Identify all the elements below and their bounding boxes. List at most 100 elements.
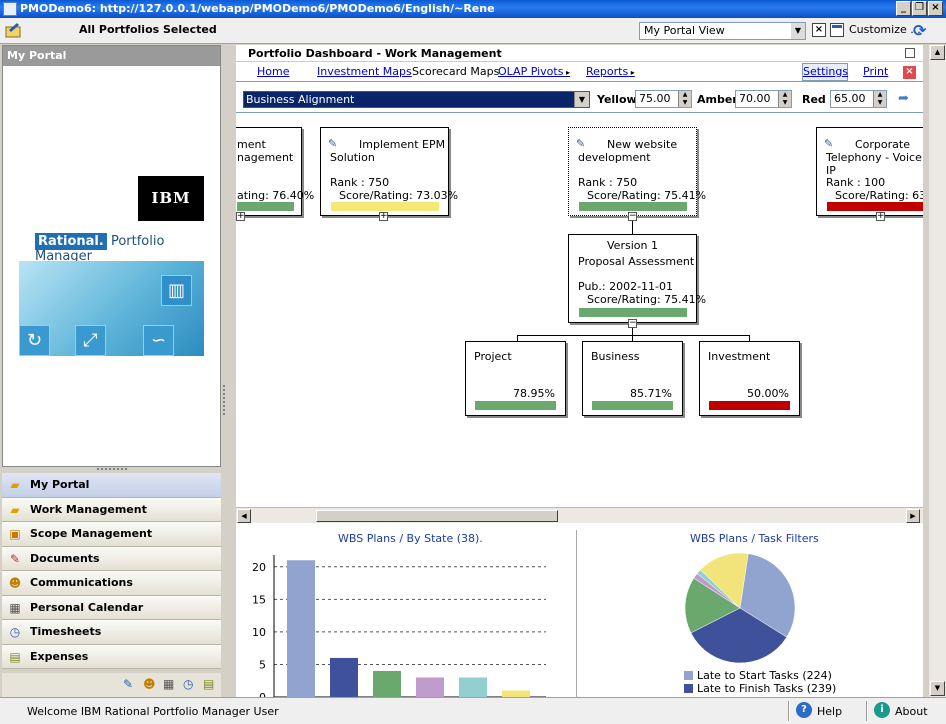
portfolio-node-selected[interactable]: ✎ New website development Rank : 750 Sco… xyxy=(568,127,706,216)
nav-item-expenses[interactable]: ▤ Expenses xyxy=(2,644,221,669)
portfolio-node[interactable]: ✎ Corporate Telephony - Voice ove IP Ran… xyxy=(816,127,923,216)
spinner-icon[interactable]: ▲ ▼ xyxy=(778,91,791,107)
category-label: Project xyxy=(474,350,512,363)
nav-item-my-portal[interactable]: ▰ My Portal xyxy=(2,473,221,498)
refresh-icon[interactable]: ⟳ xyxy=(913,21,926,40)
bar-chart-title[interactable]: WBS Plans / By State (38). xyxy=(338,532,483,545)
category-node-business[interactable]: Business 85.71% xyxy=(582,341,683,416)
spinner-icon[interactable]: ▲ ▼ xyxy=(678,91,691,107)
portfolio-node[interactable]: ment nagement ating: 76.40% xyxy=(236,127,314,216)
score-bar xyxy=(475,401,556,410)
amber-threshold-input[interactable]: 70.00 ▲ ▼ xyxy=(735,90,792,108)
nav-item-personal-calendar[interactable]: ▦ Personal Calendar xyxy=(2,595,221,620)
portal-view-select[interactable]: My Portal View ▼ xyxy=(639,22,806,40)
restore-button[interactable]: ❐ xyxy=(912,1,927,16)
clock-icon[interactable]: ◷ xyxy=(183,677,193,691)
node-rank: Rank : 750 xyxy=(330,176,390,189)
node-title: Telephony - Voice ove xyxy=(826,151,923,164)
settings-button[interactable]: Settings xyxy=(802,63,848,81)
tab-investment-maps[interactable]: Investment Maps xyxy=(317,65,412,78)
expand-toggle-icon[interactable]: + xyxy=(379,212,388,221)
menu-arrow-icon: ▸ xyxy=(563,68,570,77)
people-icon: ☻ xyxy=(8,576,22,590)
chevron-down-icon[interactable]: ▼ xyxy=(574,92,589,107)
node-title: Corporate xyxy=(855,138,910,151)
nav-item-communications[interactable]: ☻ Communications xyxy=(2,571,221,596)
help-icon[interactable]: ? xyxy=(796,702,812,718)
portfolio-label: All Portfolios Selected xyxy=(79,23,217,36)
node-title: Implement EPM xyxy=(359,138,446,151)
page-vertical-scrollbar[interactable]: ▲ ▼ xyxy=(929,45,946,697)
y-tick-label: 10 xyxy=(252,626,266,639)
scroll-left-icon[interactable]: ◀ xyxy=(237,509,251,523)
customize-link[interactable]: Customize ... xyxy=(849,23,921,36)
pie-legend: Late to Start Tasks (224) Late to Finish… xyxy=(684,669,836,695)
score-bar xyxy=(579,308,687,317)
apply-arrow-icon[interactable]: ➦ xyxy=(898,91,909,106)
expand-toggle-icon[interactable]: + xyxy=(236,212,245,221)
dashboard-panel: Portfolio Dashboard - Work Management Ho… xyxy=(236,45,923,697)
scope-icon: ▣ xyxy=(9,527,21,541)
money-icon[interactable]: ▤ xyxy=(203,677,214,691)
expand-toggle-icon[interactable]: + xyxy=(876,212,885,221)
nav-item-documents[interactable]: ✎ Documents xyxy=(2,546,221,571)
category-node-investment[interactable]: Investment 50.00% xyxy=(699,341,800,416)
close-button[interactable]: × xyxy=(928,1,943,16)
node-rank: Rank : 750 xyxy=(578,176,638,189)
main-toolbar: All Portfolios Selected My Portal View ▼… xyxy=(0,18,946,44)
scroll-up-icon[interactable]: ▲ xyxy=(930,45,945,60)
print-link[interactable]: Print xyxy=(863,65,888,78)
version-title: Version 1 xyxy=(607,239,658,252)
pie-chart-title[interactable]: WBS Plans / Task Filters xyxy=(690,532,819,545)
project-icon: ✎ xyxy=(824,137,834,150)
nav-item-scope-management[interactable]: ▣ Scope Management xyxy=(2,522,221,547)
rational-logo: Rational. Portfolio Manager xyxy=(35,233,165,264)
app-icon xyxy=(3,2,17,16)
scroll-right-icon[interactable]: ▶ xyxy=(906,509,920,523)
close-view-icon[interactable]: × xyxy=(812,23,826,37)
legend-swatch xyxy=(684,671,693,680)
bar xyxy=(330,657,358,697)
collapse-toggle-icon[interactable]: − xyxy=(628,319,637,328)
nav-item-timesheets[interactable]: ◷ Timesheets xyxy=(2,620,221,645)
portfolio-node[interactable]: ✎ Implement EPM Solution Rank : 750 Scor… xyxy=(320,127,458,216)
spinner-icon[interactable]: ▲ ▼ xyxy=(873,91,886,107)
tab-reports[interactable]: Reports ▸ xyxy=(586,65,635,78)
pen-icon[interactable]: ✎ xyxy=(123,677,133,691)
calendar-icon[interactable]: ▦ xyxy=(163,677,174,691)
about-link[interactable]: About xyxy=(895,705,928,718)
folder-icon: ▰ xyxy=(10,478,20,492)
version-node[interactable]: Version 1 Proposal Assessment Pub.: 2002… xyxy=(568,234,706,323)
vertical-splitter[interactable] xyxy=(221,45,229,697)
category-node-project[interactable]: Project 78.95% xyxy=(465,341,566,416)
nav-item-work-management[interactable]: ▰ Work Management xyxy=(2,497,221,522)
window-view-icon[interactable] xyxy=(830,23,844,37)
red-threshold-input[interactable]: 65.00 ▲ ▼ xyxy=(830,90,887,108)
tab-olap-pivots[interactable]: OLAP Pivots ▸ xyxy=(498,65,570,78)
rotate-icon: ↻ xyxy=(19,325,50,356)
node-title: ment xyxy=(237,138,266,151)
maximize-panel-icon[interactable] xyxy=(905,48,915,58)
close-icon[interactable]: × xyxy=(903,66,916,79)
tab-home[interactable]: Home xyxy=(257,65,289,78)
about-icon[interactable]: i xyxy=(874,702,890,718)
minimize-button[interactable]: _ xyxy=(896,1,911,16)
yellow-threshold-input[interactable]: 75.00 ▲ ▼ xyxy=(635,90,692,108)
menu-arrow-icon: ▸ xyxy=(628,68,635,77)
chevron-down-icon[interactable]: ▼ xyxy=(791,23,805,39)
product-artwork: ↻ ⤢ ∽ ▥ xyxy=(19,261,204,356)
nav-shortcut-bar: ✎ ☻ ▦ ◷ ▤ xyxy=(2,673,221,697)
portfolio-select-icon[interactable] xyxy=(4,21,22,39)
score-bar xyxy=(827,202,923,211)
red-label: Red xyxy=(802,93,826,106)
collapse-toggle-icon[interactable]: − xyxy=(628,212,637,221)
node-title: New website xyxy=(607,138,678,151)
help-link[interactable]: Help xyxy=(817,705,842,718)
people-icon[interactable]: ☻ xyxy=(143,677,156,691)
tab-scorecard-maps[interactable]: Scorecard Maps xyxy=(412,65,499,78)
scroll-down-icon[interactable]: ▼ xyxy=(930,681,945,696)
criteria-select[interactable]: Business Alignment ▼ xyxy=(243,91,590,108)
project-icon: ✎ xyxy=(328,137,338,150)
map-horizontal-scrollbar[interactable]: ◀ ▶ xyxy=(236,507,923,523)
scroll-thumb[interactable] xyxy=(316,510,558,522)
